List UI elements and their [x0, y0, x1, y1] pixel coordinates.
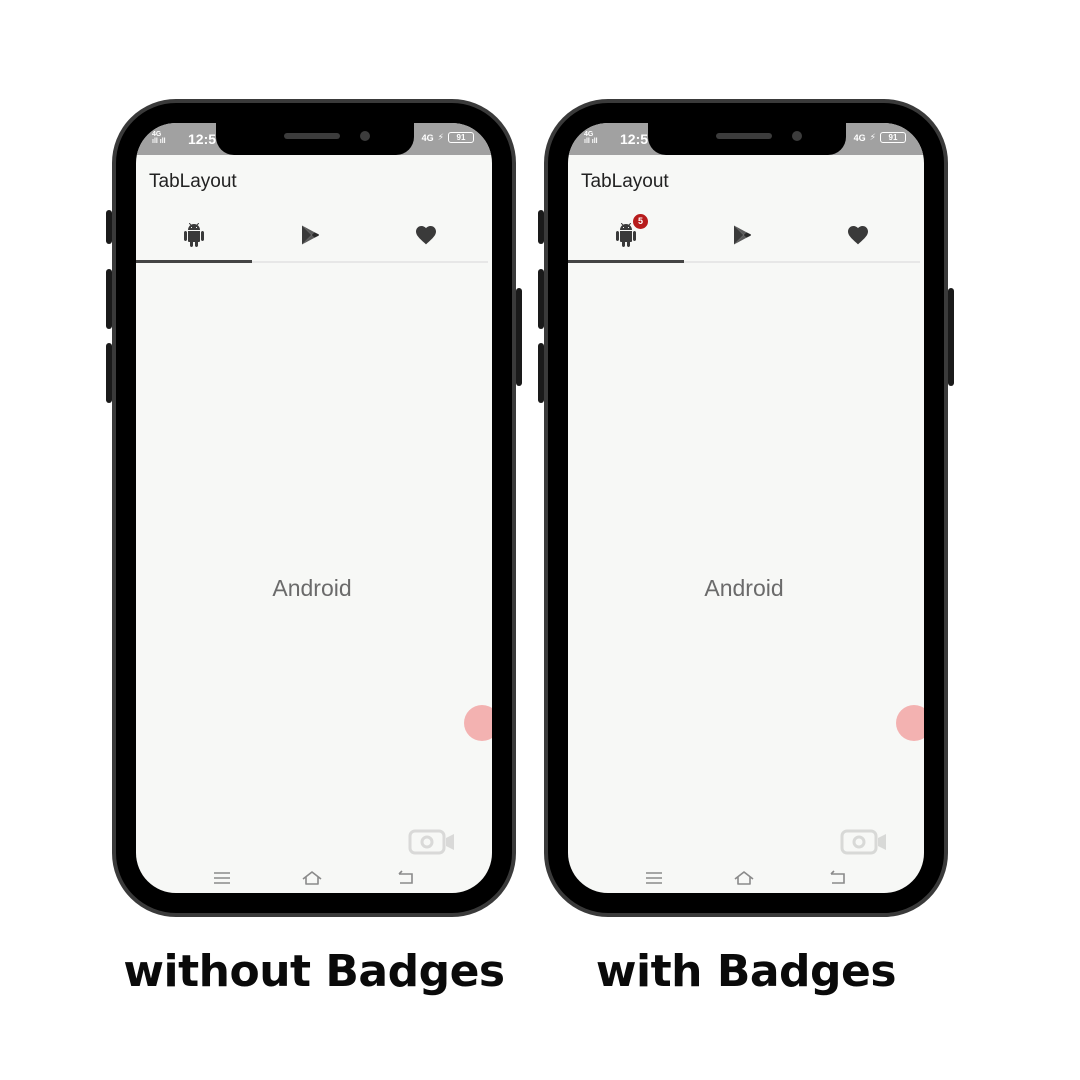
recent-apps-button[interactable]: [642, 867, 666, 889]
heart-icon: [846, 223, 870, 247]
charging-icon: ⚡: [437, 132, 444, 142]
tab-layout: 5: [568, 209, 920, 263]
play-store-icon: [730, 223, 754, 247]
phone-screen: 4G ıll ıll 12:5 4G ⚡ 91 TabLayout 5 Andr…: [568, 123, 924, 893]
back-icon: [830, 870, 845, 884]
floating-action-button[interactable]: [464, 705, 492, 741]
app-title: TabLayout: [581, 171, 669, 192]
mute-switch: [538, 210, 544, 244]
notch: [216, 123, 414, 155]
back-icon: [398, 870, 413, 884]
floating-action-button[interactable]: [896, 705, 924, 741]
status-time: 12:5: [188, 131, 217, 147]
volume-up-button: [538, 269, 544, 329]
phone-screen: 4G ıll ıll 12:5 4G ⚡ 91 TabLayout Androi…: [136, 123, 492, 893]
tab-content-text: Android: [704, 575, 784, 601]
tab-android[interactable]: [136, 209, 252, 263]
mute-switch: [106, 210, 112, 244]
caption-without-badges: without Badges: [123, 946, 505, 997]
back-button[interactable]: [394, 867, 418, 889]
app-title: TabLayout: [149, 171, 237, 192]
tab-indicator: [136, 260, 252, 263]
android-icon: 5: [614, 214, 648, 247]
battery-indicator: 91: [880, 132, 906, 143]
network-type: 4G: [421, 132, 434, 143]
tab-play[interactable]: [684, 209, 800, 261]
volume-up-button: [106, 269, 112, 329]
volume-down-button: [538, 343, 544, 403]
volume-down-button: [106, 343, 112, 403]
front-camera: [360, 131, 370, 141]
android-icon: [182, 223, 206, 247]
signal-indicator: 4G ıll ıll: [584, 131, 598, 145]
home-button[interactable]: [732, 867, 756, 889]
home-icon: [734, 871, 754, 885]
back-button[interactable]: [826, 867, 850, 889]
speaker-grille: [284, 133, 340, 139]
caption-with-badges: with Badges: [595, 946, 897, 997]
home-button[interactable]: [300, 867, 324, 889]
phone-mockup-without-badges: 4G ıll ıll 12:5 4G ⚡ 91 TabLayout Androi…: [106, 99, 522, 917]
tab-favorite[interactable]: [800, 209, 916, 261]
tab-layout: [136, 209, 488, 263]
play-store-icon: [298, 223, 322, 247]
status-right: 4G ⚡ 91: [422, 132, 474, 143]
power-button: [516, 288, 522, 386]
phone-mockup-with-badges: 4G ıll ıll 12:5 4G ⚡ 91 TabLayout 5 Andr…: [538, 99, 954, 917]
front-camera: [792, 131, 802, 141]
menu-icon: [214, 872, 230, 884]
menu-icon: [646, 872, 662, 884]
screen-recorder-watermark-icon: [840, 829, 886, 855]
network-type: 4G: [853, 132, 866, 143]
notch: [648, 123, 846, 155]
tab-content-text: Android: [272, 575, 352, 601]
status-right: 4G ⚡ 91: [854, 132, 906, 143]
charging-icon: ⚡: [869, 132, 876, 142]
tab-indicator: [568, 260, 684, 263]
power-button: [948, 288, 954, 386]
tab-play[interactable]: [252, 209, 368, 261]
screen-recorder-watermark-icon: [408, 829, 454, 855]
heart-icon: [414, 223, 438, 247]
tab-android[interactable]: 5: [568, 209, 684, 263]
battery-indicator: 91: [448, 132, 474, 143]
notification-badge: 5: [633, 214, 648, 229]
recent-apps-button[interactable]: [210, 867, 234, 889]
speaker-grille: [716, 133, 772, 139]
tab-favorite[interactable]: [368, 209, 484, 261]
status-time: 12:5: [620, 131, 649, 147]
system-navigation-bar: [568, 867, 924, 893]
signal-indicator: 4G ıll ıll: [152, 131, 166, 145]
home-icon: [302, 871, 322, 885]
system-navigation-bar: [136, 867, 492, 893]
